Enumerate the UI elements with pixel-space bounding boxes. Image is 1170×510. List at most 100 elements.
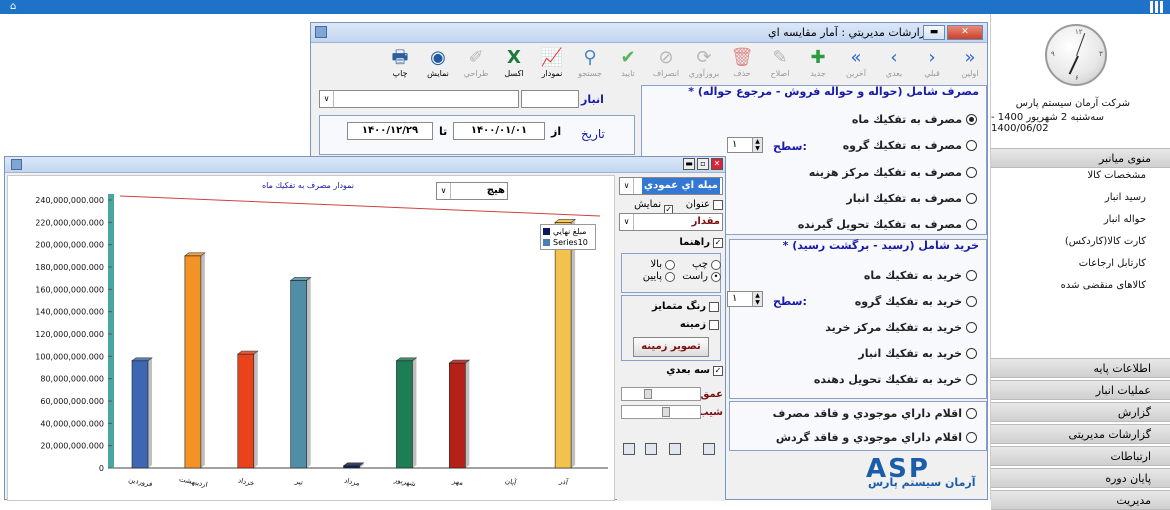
- current-date: سه‌شنبه 2 شهریور 1400 - 1400/06/02: [991, 112, 1104, 134]
- date-from-input[interactable]: ۱۴۰۰/۰۱/۰۱: [453, 122, 545, 140]
- tool-next[interactable]: ‹ بعدي: [875, 45, 913, 83]
- tool-search[interactable]: ⚲ جستجو: [571, 45, 609, 83]
- bar: [554, 222, 572, 469]
- radio-stock-no-consumption[interactable]: اقلام داراي موجودي و فاقد مصرف: [773, 407, 977, 420]
- date-to-input[interactable]: ۱۴۰۰/۱۲/۲۹: [347, 122, 433, 140]
- radio-purchase-supplier[interactable]: خريد به تفكيك تحويل دهنده: [814, 373, 977, 386]
- store-combo[interactable]: ∨: [319, 90, 519, 108]
- menu-item-receipt[interactable]: رسید انبار: [1105, 192, 1146, 203]
- tool-edit[interactable]: ✎ اصلاح: [761, 45, 799, 83]
- chart-close-button[interactable]: ✕: [711, 158, 723, 170]
- legend-series10: Series10: [553, 238, 588, 247]
- y-tick-label: 180,000,000.000: [35, 263, 104, 272]
- radio-consumption-month[interactable]: مصرف به تفكيك ماه: [852, 113, 977, 126]
- section-period-end[interactable]: پایان دوره: [991, 468, 1170, 488]
- pos-left-radio[interactable]: چپ: [692, 259, 721, 270]
- menu-item-cardex[interactable]: کارت کالا(کاردکس): [1065, 236, 1146, 247]
- pos-right-radio[interactable]: • راست: [682, 271, 721, 282]
- y-tick-label: 80,000,000.000: [40, 375, 104, 384]
- palette-combo[interactable]: ∨ هيچ: [436, 182, 508, 200]
- varied-color-checkbox[interactable]: رنگ متمايز: [652, 301, 719, 312]
- value-combo[interactable]: ∨ مقدار: [619, 213, 723, 231]
- store-label: انبار: [581, 93, 604, 106]
- legend-swatch-series10: [543, 239, 550, 246]
- menu-item-expired[interactable]: کالاهای منقضی شده: [1061, 280, 1146, 291]
- y-tick-label: 0: [99, 464, 104, 473]
- depth-slider[interactable]: [621, 387, 701, 401]
- tool-print[interactable]: 🖶 چاپ: [381, 45, 419, 83]
- window-icon: [315, 26, 327, 38]
- guide-checkbox[interactable]: ✓ راهنما: [679, 237, 723, 248]
- shortcut-menu-header[interactable]: منوی میانبر: [991, 148, 1170, 168]
- level-stepper-2[interactable]: ۱ ▲ ▼: [727, 291, 763, 307]
- section-store-ops[interactable]: عملیات انبار: [991, 380, 1170, 400]
- pos-bottom-radio[interactable]: پايين: [643, 271, 675, 282]
- radio-purchase-month[interactable]: خريد به تفكيك ماه: [864, 269, 977, 282]
- toolbar: » اولين › قبلي ‹ بعدي «آخرين ✚ جديد ✎ اصلاح 🗑…: [347, 45, 987, 83]
- legend-final: مبلغ نهايي: [553, 227, 587, 236]
- radio-stock-no-turnover[interactable]: اقلام داراي موجودي و فاقد گردش: [776, 431, 977, 444]
- level-label-1: سطح:: [773, 140, 807, 153]
- tool-excel[interactable]: X اكسل: [495, 45, 533, 83]
- radio-consumption-group[interactable]: مصرف به تفكيك گروه: [843, 139, 977, 152]
- title-checkbox[interactable]: عنوان: [686, 199, 723, 210]
- section-mgmt-reports[interactable]: گزارشات مدیریتی: [991, 424, 1170, 444]
- radio-consumption-cost-center[interactable]: مصرف به تفكيك مركز هزينه: [809, 166, 977, 179]
- slope-slider[interactable]: [621, 405, 701, 419]
- menu-item-referrals[interactable]: کارتابل ارجاعات: [1079, 258, 1146, 269]
- radio-consumption-store[interactable]: مصرف به تفكيك انبار: [846, 192, 977, 205]
- copy-icon[interactable]: [645, 443, 657, 455]
- y-tick-label: 100,000,000.000: [35, 352, 104, 361]
- legend-swatch-final: [543, 228, 550, 235]
- chart-restore-button[interactable]: ▫: [697, 158, 709, 170]
- menu-item-product-spec[interactable]: مشخصات کالا: [1087, 170, 1146, 181]
- radio-consumption-recipient[interactable]: مصرف به تفكيك تحويل گيرنده: [798, 218, 977, 231]
- tool-refresh[interactable]: ⟳ بروزآوري: [685, 45, 723, 83]
- y-tick-label: 120,000,000.000: [35, 330, 104, 339]
- store-code-input[interactable]: [521, 90, 579, 108]
- tool-first[interactable]: » اولين: [951, 45, 989, 83]
- bar-side: [306, 277, 311, 468]
- x-tick-label: خرداد: [237, 476, 255, 487]
- bar: [343, 465, 360, 469]
- chart-minimize-button[interactable]: ▬: [683, 158, 695, 170]
- threed-checkbox[interactable]: ✓ سه بعدي: [666, 365, 723, 376]
- tool-confirm[interactable]: ✔ تاييد: [609, 45, 647, 83]
- tool-view[interactable]: ◉ نمايش: [419, 45, 457, 83]
- export-icon[interactable]: [703, 443, 715, 455]
- section-connections[interactable]: ارتباطات: [991, 446, 1170, 466]
- level-label-2: سطح:: [773, 295, 807, 308]
- tool-last[interactable]: «آخرين: [837, 45, 875, 83]
- chart-side-wall: [108, 194, 114, 468]
- tool-design[interactable]: ✐ طراحي: [457, 45, 495, 83]
- background-image-button[interactable]: تصوير زمينه: [633, 337, 709, 357]
- bar-chart: 0 20,000,000.000 40,000,000.000 60,000,000.…: [35, 181, 608, 489]
- x-tick-label: مهر: [451, 477, 464, 487]
- section-report[interactable]: گزارش: [991, 402, 1170, 422]
- minimize-button[interactable]: ▬: [923, 25, 945, 40]
- print-icon[interactable]: [669, 443, 681, 455]
- tool-chart[interactable]: 📈 نمودار: [533, 45, 571, 83]
- close-button[interactable]: ✕: [947, 25, 983, 40]
- apps-grid-icon[interactable]: [1150, 1, 1164, 13]
- tool-cancel[interactable]: ⊘ انصراف: [647, 45, 685, 83]
- chart-type-combo[interactable]: ∨ ميله اي عمودي: [619, 177, 723, 195]
- radio-purchase-group[interactable]: خريد به تفكيك گروه: [855, 295, 977, 308]
- section-base-info[interactable]: اطلاعات پایه: [991, 358, 1170, 378]
- app-menu-icon[interactable]: ⌂: [10, 1, 16, 12]
- chevron-down-icon: ∨: [620, 214, 634, 230]
- background-checkbox[interactable]: زمينه: [680, 319, 719, 330]
- bar-side: [571, 219, 576, 468]
- pos-top-radio[interactable]: بالا: [650, 259, 675, 270]
- level-stepper-1[interactable]: ۱ ▲ ▼: [727, 137, 763, 153]
- tool-prev[interactable]: › قبلي: [913, 45, 951, 83]
- menu-item-dispatch[interactable]: حواله انبار: [1104, 214, 1146, 225]
- tool-delete[interactable]: 🗑 حذف: [723, 45, 761, 83]
- x-tick-label: آذر: [558, 476, 570, 487]
- radio-purchase-center[interactable]: خريد به تفكيك مركز خريد: [825, 321, 977, 334]
- save-icon[interactable]: [623, 443, 635, 455]
- chevron-down-icon: ∨: [620, 178, 634, 194]
- tool-new[interactable]: ✚ جديد: [799, 45, 837, 83]
- radio-purchase-store[interactable]: خريد به تفكيك انبار: [858, 347, 977, 360]
- section-management[interactable]: مدیریت: [991, 490, 1170, 510]
